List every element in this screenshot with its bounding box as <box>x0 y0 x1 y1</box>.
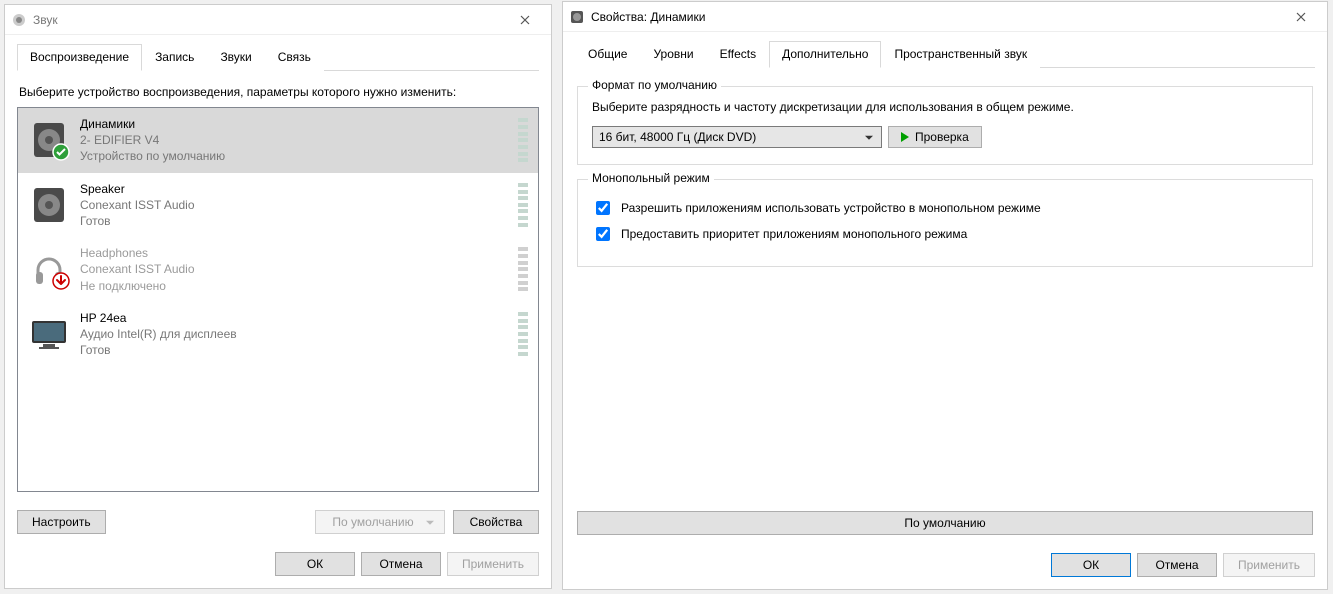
test-button[interactable]: Проверка <box>888 126 982 148</box>
headphones-icon <box>28 248 70 290</box>
sound-window: Звук Воспроизведение Запись Звуки Связь … <box>4 4 552 589</box>
device-name: Динамики <box>80 116 508 132</box>
device-text: Динамики 2- EDIFIER V4 Устройство по умо… <box>80 116 508 165</box>
group-legend: Монопольный режим <box>588 171 714 185</box>
ok-button[interactable]: ОК <box>1051 553 1131 577</box>
tab-strip: Общие Уровни Effects Дополнительно Прост… <box>575 40 1315 68</box>
level-meter <box>518 247 528 291</box>
monitor-icon <box>28 313 70 355</box>
close-button[interactable] <box>505 5 545 35</box>
dialog-footer: ОК Отмена Применить <box>17 544 539 576</box>
tab-advanced[interactable]: Дополнительно <box>769 41 881 68</box>
device-sub: Conexant ISST Audio <box>80 197 508 213</box>
properties-button[interactable]: Свойства <box>453 510 539 534</box>
titlebar: Звук <box>5 5 551 35</box>
tab-levels[interactable]: Уровни <box>640 41 706 68</box>
properties-window: Свойства: Динамики Общие Уровни Effects … <box>562 1 1328 590</box>
device-name: Speaker <box>80 181 508 197</box>
exclusive-mode-group: Монопольный режим Разрешить приложениям … <box>577 179 1313 267</box>
speaker-icon <box>28 119 70 161</box>
action-row: Настроить По умолчанию Свойства <box>17 510 539 534</box>
tab-communications[interactable]: Связь <box>265 44 324 71</box>
default-format-group: Формат по умолчанию Выберите разрядность… <box>577 86 1313 165</box>
device-item[interactable]: Headphones Conexant ISST Audio Не подклю… <box>18 237 538 302</box>
apply-button[interactable]: Применить <box>447 552 539 576</box>
checkbox-input[interactable] <box>596 201 610 215</box>
sound-icon <box>11 12 27 28</box>
configure-button[interactable]: Настроить <box>17 510 106 534</box>
format-desc: Выберите разрядность и частоту дискретиз… <box>592 99 1298 116</box>
cancel-button[interactable]: Отмена <box>361 552 441 576</box>
speaker-icon <box>569 9 585 25</box>
format-selected: 16 бит, 48000 Гц (Диск DVD) <box>599 130 756 144</box>
device-sub: Аудио Intel(R) для дисплеев <box>80 326 508 342</box>
tab-effects[interactable]: Effects <box>707 41 769 68</box>
device-item[interactable]: Динамики 2- EDIFIER V4 Устройство по умо… <box>18 108 538 173</box>
close-button[interactable] <box>1281 2 1321 32</box>
device-item[interactable]: HP 24ea Аудио Intel(R) для дисплеев Гото… <box>18 302 538 367</box>
allow-exclusive-checkbox[interactable]: Разрешить приложениям использовать устро… <box>592 198 1298 218</box>
play-icon <box>901 132 909 142</box>
device-status: Готов <box>80 342 508 358</box>
format-select[interactable]: 16 бит, 48000 Гц (Диск DVD) <box>592 126 882 148</box>
device-item[interactable]: Speaker Conexant ISST Audio Готов <box>18 173 538 238</box>
restore-defaults-button[interactable]: По умолчанию <box>577 511 1313 535</box>
apply-button[interactable]: Применить <box>1223 553 1315 577</box>
tab-recording[interactable]: Запись <box>142 44 207 71</box>
tab-strip: Воспроизведение Запись Звуки Связь <box>17 43 539 71</box>
level-meter <box>518 118 528 162</box>
client-area: Воспроизведение Запись Звуки Связь Выбер… <box>5 35 551 588</box>
device-name: Headphones <box>80 245 508 261</box>
checkbox-input[interactable] <box>596 227 610 241</box>
device-name: HP 24ea <box>80 310 508 326</box>
tab-playback[interactable]: Воспроизведение <box>17 44 142 71</box>
exclusive-priority-checkbox[interactable]: Предоставить приоритет приложениям моноп… <box>592 224 1298 244</box>
device-status: Не подключено <box>80 278 508 294</box>
restore-defaults-row: По умолчанию <box>577 511 1313 535</box>
checkbox-label: Предоставить приоритет приложениям моноп… <box>621 227 967 241</box>
window-title: Звук <box>33 13 505 27</box>
device-list: Динамики 2- EDIFIER V4 Устройство по умо… <box>17 107 539 492</box>
tab-general[interactable]: Общие <box>575 41 640 68</box>
device-status: Готов <box>80 213 508 229</box>
level-meter <box>518 183 528 227</box>
ok-button[interactable]: ОК <box>275 552 355 576</box>
device-text: Speaker Conexant ISST Audio Готов <box>80 181 508 230</box>
group-legend: Формат по умолчанию <box>588 78 721 92</box>
checkbox-label: Разрешить приложениям использовать устро… <box>621 201 1041 215</box>
device-sub: 2- EDIFIER V4 <box>80 132 508 148</box>
titlebar: Свойства: Динамики <box>563 2 1327 32</box>
device-status: Устройство по умолчанию <box>80 148 508 164</box>
level-meter <box>518 312 528 356</box>
window-title: Свойства: Динамики <box>591 10 1281 24</box>
speaker-icon <box>28 184 70 226</box>
device-text: HP 24ea Аудио Intel(R) для дисплеев Гото… <box>80 310 508 359</box>
set-default-button[interactable]: По умолчанию <box>315 510 445 534</box>
client-area: Общие Уровни Effects Дополнительно Прост… <box>563 32 1327 589</box>
test-label: Проверка <box>915 130 969 144</box>
tab-spatial[interactable]: Пространственный звук <box>881 41 1040 68</box>
cancel-button[interactable]: Отмена <box>1137 553 1217 577</box>
device-text: Headphones Conexant ISST Audio Не подклю… <box>80 245 508 294</box>
tab-sounds[interactable]: Звуки <box>207 44 264 71</box>
device-sub: Conexant ISST Audio <box>80 261 508 277</box>
instruction-text: Выберите устройство воспроизведения, пар… <box>19 85 537 99</box>
dialog-footer: ОК Отмена Применить <box>575 545 1315 577</box>
